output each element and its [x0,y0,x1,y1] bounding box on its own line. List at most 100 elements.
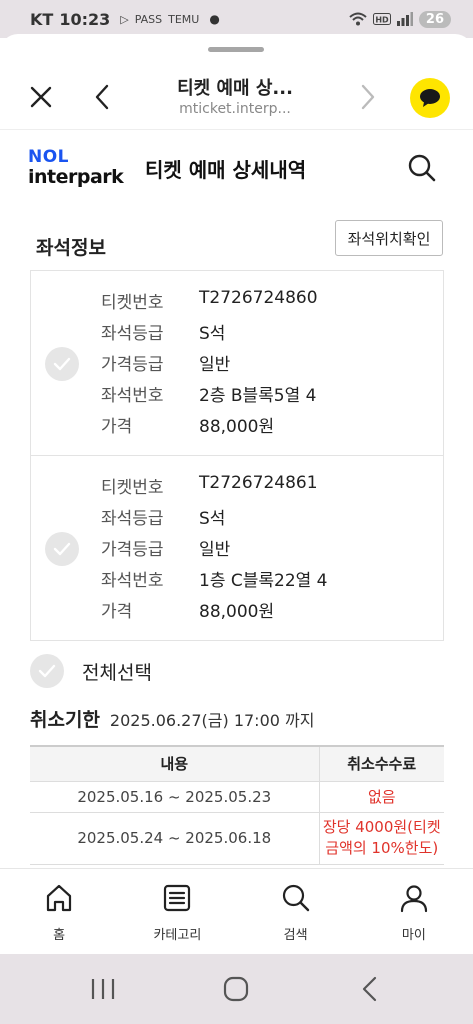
carrier-label: KT [30,9,54,29]
nav-search[interactable]: 검색 [237,869,355,954]
cancel-fee-table: 내용 취소수수료 2025.05.16 ~ 2025.05.23 없음 2025… [30,745,444,865]
forward-button[interactable] [351,80,385,114]
row-value: 88,000원 [199,602,275,622]
check-icon [38,664,56,678]
ticket-row: 티켓번호 T2726724861 [101,473,318,498]
row-value: T2726724860 [199,288,318,308]
ticket-row: 티켓번호 T2726724860 [101,288,318,313]
svg-text:HD: HD [375,16,389,25]
bottom-nav: 홈 카테고리 검색 마이 [0,868,473,954]
row-label: 가격 [101,602,133,622]
category-icon [160,881,194,915]
signal-icon [396,12,413,26]
select-all-label: 전체선택 [82,661,152,684]
logo-nol-text: NOL [28,147,70,167]
home-system-button[interactable] [221,974,251,1004]
seat-location-button[interactable]: 좌석위치확인 [335,220,443,256]
nav-home[interactable]: 홈 [0,869,118,954]
row-value: 일반 [199,355,231,375]
row-label: 티켓번호 [101,293,164,313]
more-notifications-dot: ● [209,12,220,26]
ticket-row: 가격 88,000원 [101,597,274,622]
sheet-drag-handle[interactable] [208,47,264,52]
status-bar: KT 10:23 ▷ PASS TEMU ● HD 26 [0,0,473,38]
row-value: S석 [199,509,226,529]
back-button[interactable] [85,80,119,114]
home-circle-icon [223,976,249,1002]
browser-page-title: 티켓 예매 상... [177,78,293,99]
wifi-icon [349,12,367,26]
android-nav-bar [0,954,473,1024]
check-icon [53,542,71,556]
close-button[interactable] [24,80,58,114]
page-title: 티켓 예매 상세내역 [145,158,307,182]
nav-label: 홈 [53,928,66,943]
person-icon [397,881,431,915]
ticket-row: 가격등급 일반 [101,350,230,375]
row-label: 티켓번호 [101,478,164,498]
chat-bubble-icon [420,89,440,107]
nav-my[interactable]: 마이 [355,869,473,954]
fee-text-line-2: 금액의 10%한도) [325,839,439,857]
chevron-right-icon [361,84,375,110]
period-cell: 2025.05.24 ~ 2025.06.18 [30,812,320,865]
ticket-row: 좌석번호 1층 C블록22열 4 [101,566,328,591]
play-icon: ▷ [120,12,129,26]
ticket-row: 가격 88,000원 [101,412,274,437]
nav-category[interactable]: 카테고리 [118,869,236,954]
nav-label: 카테고리 [153,928,202,943]
row-label: 좌석등급 [101,324,164,344]
kakaotalk-button[interactable] [410,78,450,118]
row-value: S석 [199,324,226,344]
header-search-button[interactable] [404,150,440,186]
ticket-select-checkbox[interactable] [45,347,79,381]
select-all-toggle[interactable]: 전체선택 [30,654,152,688]
ticket-card[interactable]: 티켓번호 T2726724861 좌석등급 S석 가격등급 일반 좌석번호 1층 C블록… [30,455,444,641]
home-icon [42,881,76,915]
browser-sheet: 티켓 예매 상... mticket.interp... NOL interpa… [0,34,473,954]
fee-cell: 장당 4000원(티켓금액의 10%한도) [319,812,444,865]
browser-toolbar: 티켓 예매 상... mticket.interp... [0,64,473,130]
clock: 10:23 [59,9,111,29]
hd-icon: HD [372,13,391,25]
nav-label: 검색 [283,928,308,943]
recent-apps-button[interactable] [88,974,118,1004]
ticket-select-checkbox[interactable] [45,532,79,566]
chevron-left-icon [95,84,109,110]
search-icon [408,154,436,182]
fee-text-line-1: 장당 4000원(티켓 [322,818,441,836]
seat-info-heading: 좌석정보 [36,237,106,259]
browser-url[interactable]: mticket.interp... [140,101,330,117]
cancel-deadline: 취소기한 2025.06.27(금) 17:00 까지 [30,705,314,732]
column-header-content: 내용 [30,745,320,782]
fee-text: 없음 [367,788,396,806]
pass-notif-icon: PASS [134,12,163,26]
row-label: 좌석번호 [101,571,164,591]
cancel-deadline-date: 2025.06.27(금) 17:00 까지 [109,711,315,730]
cancel-deadline-heading: 취소기한 [30,709,100,731]
system-back-button[interactable] [354,974,384,1004]
row-value: 1층 C블록22열 4 [199,571,328,591]
row-label: 좌석등급 [101,509,164,529]
ticket-row: 좌석등급 S석 [101,504,225,529]
ticket-card[interactable]: 티켓번호 T2726724860 좌석등급 S석 가격등급 일반 좌석번호 2층 B블록… [30,270,444,456]
nav-label: 마이 [401,928,426,943]
app-header: NOL interpark 티켓 예매 상세내역 [0,130,473,212]
row-label: 가격등급 [101,540,164,560]
row-value: 88,000원 [199,417,275,437]
search-icon [279,881,313,915]
recent-apps-icon [91,979,115,999]
close-icon [30,86,52,108]
row-label: 좌석번호 [101,386,164,406]
interpark-logo[interactable]: NOL interpark [28,147,124,188]
logo-interpark-text: interpark [28,166,124,188]
column-header-fee: 취소수수료 [319,745,444,782]
back-arrow-icon [362,976,377,1002]
check-icon [53,357,71,371]
table-row: 2025.05.24 ~ 2025.06.18 장당 4000원(티켓금액의 1… [30,812,444,865]
row-label: 가격 [101,417,133,437]
row-label: 가격등급 [101,355,164,375]
select-all-checkbox[interactable] [30,654,64,688]
battery-indicator: 26 [418,10,451,28]
row-value: 일반 [199,540,231,560]
